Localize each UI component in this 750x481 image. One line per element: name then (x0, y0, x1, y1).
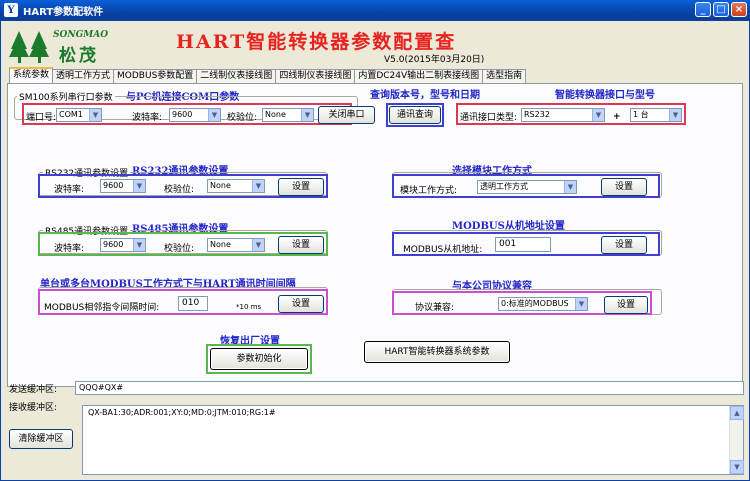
send-buffer-input[interactable]: QQQ#QX# (75, 381, 744, 395)
rs485-parity-label: 校验位: (164, 244, 195, 254)
mode-label: 模块工作方式: (400, 186, 458, 196)
port-label: 端口号: (26, 113, 57, 123)
compat-label: 协议兼容: (415, 303, 455, 313)
interval-label: MODBUS相邻指令间隔时间: (44, 303, 160, 313)
parity-label: 校验位: (227, 113, 258, 123)
mode-select[interactable]: 透明工作方式 ▼ (477, 180, 577, 194)
version-label: V5.0(2015年03月20日) (384, 55, 485, 65)
tab-selection-guide[interactable]: 选型指南 (482, 69, 527, 83)
client-area: SONGMAO 松茂 HART智能转换器参数配置查 V5.0(2015年03月2… (0, 20, 750, 481)
rs485-baud-label: 波特率: (54, 244, 85, 254)
recv-buffer-area[interactable]: QX-BA1:30;ADR:001;XY:0;MD:0;JTM:010;RG:1… (82, 405, 744, 475)
chevron-down-icon: ▼ (669, 109, 681, 121)
chevron-down-icon: ▼ (592, 109, 604, 121)
window-title: HART参数配软件 (23, 6, 104, 18)
recv-scrollbar[interactable]: ▲ ▼ (729, 406, 744, 474)
rs485-parity-select[interactable]: None ▼ (207, 238, 265, 252)
port-type-select[interactable]: RS232 ▼ (521, 108, 605, 122)
annot-port-model: 智能转换器接口与型号 (555, 90, 655, 101)
chevron-down-icon: ▼ (575, 298, 587, 310)
main-title: HART智能转换器参数配置查 (176, 31, 457, 53)
chevron-down-icon: ▼ (133, 180, 145, 192)
interval-unit: *10 ms (236, 303, 262, 311)
mode-set-button[interactable]: 设置 (601, 178, 647, 196)
chevron-down-icon: ▼ (208, 109, 220, 121)
rs232-parity-label: 校验位: (164, 185, 195, 195)
tab-four-wire[interactable]: 四线制仪表接线图 (275, 69, 356, 83)
logo-cn: 松茂 (59, 46, 99, 66)
chevron-down-icon: ▼ (133, 239, 145, 251)
chevron-down-icon: ▼ (252, 239, 264, 251)
serial-group-title: SM100系列串行口参数 (17, 90, 115, 103)
clear-buffer-button[interactable]: 清除缓冲区 (9, 429, 73, 449)
close-port-button[interactable]: 关闭串口 (318, 106, 375, 124)
minimize-button[interactable]: _ (695, 2, 711, 17)
modbus-addr-input[interactable]: 001 (495, 237, 551, 252)
scroll-down-icon[interactable]: ▼ (730, 460, 744, 474)
chevron-down-icon: ▼ (252, 180, 264, 192)
device-count-select[interactable]: 1 台 ▼ (630, 108, 682, 122)
compat-set-button[interactable]: 设置 (604, 296, 648, 314)
parity-select[interactable]: None ▼ (262, 108, 314, 122)
interval-input[interactable]: 010 (178, 296, 208, 311)
baud-select[interactable]: 9600 ▼ (169, 108, 221, 122)
chevron-down-icon: ▼ (89, 109, 101, 121)
baud-label: 波特率: (132, 113, 163, 123)
logo-brand: SONGMAO (53, 30, 109, 40)
app-icon: Y (4, 3, 18, 17)
chevron-down-icon: ▼ (301, 109, 313, 121)
tab-transparent-mode[interactable]: 透明工作方式 (52, 69, 115, 83)
title-bar: Y HART参数配软件 _ □ × (0, 0, 750, 20)
rs485-baud-select[interactable]: 9600 ▼ (100, 238, 146, 252)
interval-set-button[interactable]: 设置 (278, 295, 324, 313)
send-buffer-label: 发送缓冲区: (9, 385, 58, 395)
port-type-label: 通讯接口类型: (460, 113, 518, 123)
chevron-down-icon: ▼ (564, 181, 576, 193)
comm-query-button[interactable]: 通讯查询 (389, 106, 441, 124)
rs232-parity-select[interactable]: None ▼ (207, 179, 265, 193)
tab-dc24v[interactable]: 内置DC24V输出二制表接线图 (354, 69, 484, 83)
tab-strip: 系统参数 透明工作方式 MODBUS参数配置 二线制仪表接线图 四线制仪表接线图… (9, 67, 527, 83)
recv-buffer-text: QX-BA1:30;ADR:001;XY:0;MD:0;JTM:010;RG:1… (88, 408, 276, 417)
recv-buffer-label: 接收缓冲区: (9, 403, 58, 413)
scroll-up-icon[interactable]: ▲ (730, 406, 744, 420)
rs232-baud-select[interactable]: 9600 ▼ (100, 179, 146, 193)
tab-modbus-config[interactable]: MODBUS参数配置 (113, 69, 198, 83)
tab-panel: 与PC机连接COM口参数 查询版本号，型号和日期 智能转换器接口与型号 SM10… (7, 83, 743, 387)
param-init-button[interactable]: 参数初始化 (210, 348, 308, 370)
close-button[interactable]: × (731, 2, 747, 17)
modbus-addr-label: MODBUS从机地址: (403, 245, 483, 255)
rs485-set-button[interactable]: 设置 (278, 236, 324, 254)
annot-query-version: 查询版本号，型号和日期 (370, 90, 480, 101)
compat-select[interactable]: 0:标准的MODBUS ▼ (498, 297, 588, 311)
rs232-set-button[interactable]: 设置 (278, 178, 324, 196)
plus-sign: + (613, 112, 621, 122)
maximize-button[interactable]: □ (713, 2, 729, 17)
logo: SONGMAO 松茂 (9, 27, 127, 67)
modbus-addr-set-button[interactable]: 设置 (601, 236, 647, 254)
rs232-baud-label: 波特率: (54, 185, 85, 195)
sys-param-button[interactable]: HART智能转换器系统参数 (364, 341, 510, 363)
trees-logo-icon (9, 31, 49, 63)
tab-system-params[interactable]: 系统参数 (9, 67, 54, 83)
port-select[interactable]: COM1 ▼ (56, 108, 102, 122)
tab-two-wire[interactable]: 二线制仪表接线图 (196, 69, 277, 83)
